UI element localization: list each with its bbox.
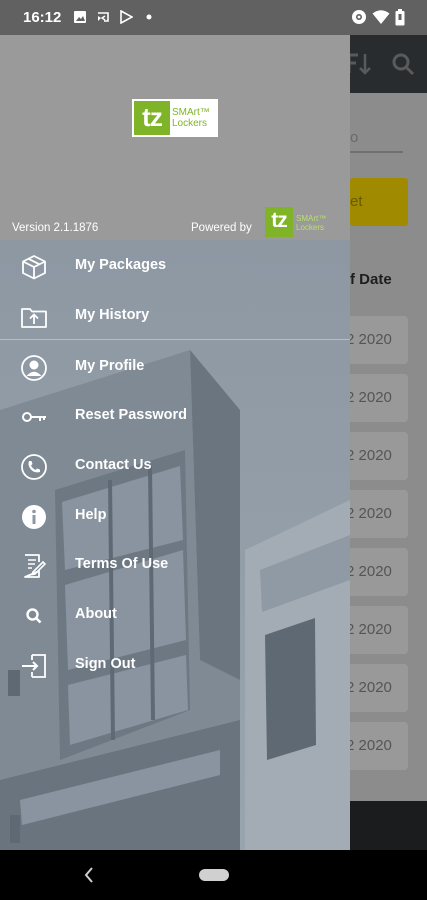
background-action-label: et: [350, 193, 363, 210]
sign-out-icon: [22, 654, 46, 678]
menu-label: Sign Out: [75, 656, 136, 672]
menu-label: My History: [75, 307, 150, 323]
info-icon: [22, 505, 46, 529]
folder-upload-icon: [21, 308, 47, 328]
powered-by-label: Powered by: [191, 222, 252, 234]
phone-icon: [21, 454, 47, 480]
small-logo-text: SMArt™ Lockers: [296, 214, 326, 232]
menu-item-sign-out[interactable]: Sign Out: [0, 641, 350, 689]
navigation-drawer: tz SMArt™ Lockers Version 2.1.1876 Power…: [0, 35, 350, 850]
cast-icon: [98, 12, 109, 22]
background-search-text: o: [350, 129, 359, 146]
menu-label: About: [75, 606, 117, 622]
list-item-date: 2 2020: [346, 447, 392, 464]
small-logo-line2: Lockers: [296, 223, 325, 232]
system-nav-bar: [0, 850, 427, 900]
logo-line2: Lockers: [172, 118, 208, 129]
powered-by-logo: tz SMArt™ Lockers: [265, 207, 335, 237]
status-bar: 16:12: [0, 0, 427, 35]
logo-line1: SMArt™: [172, 107, 210, 118]
small-logo-line1: SMArt™: [296, 214, 327, 223]
document-edit-icon: [24, 554, 47, 578]
drawer-header: tz SMArt™ Lockers Version 2.1.1876 Power…: [0, 35, 350, 240]
list-item-date: 2 2020: [346, 621, 392, 638]
list-item[interactable]: 2 2020: [340, 432, 408, 480]
list-item[interactable]: 2 2020: [340, 490, 408, 538]
list-item[interactable]: 2 2020: [340, 316, 408, 364]
dot-icon: [146, 14, 152, 20]
play-store-icon: [120, 10, 133, 24]
menu-item-about[interactable]: About: [0, 591, 350, 639]
list-item[interactable]: 2 2020: [340, 374, 408, 422]
menu-label: Contact Us: [75, 457, 152, 473]
background-search-underline: [350, 151, 403, 153]
app-version: Version 2.1.1876: [12, 222, 99, 234]
menu-item-contact-us[interactable]: Contact Us: [0, 442, 350, 490]
menu-item-reset-password[interactable]: Reset Password: [0, 392, 350, 440]
list-item-date: 2 2020: [346, 331, 392, 348]
list-item[interactable]: 2 2020: [340, 664, 408, 712]
back-icon[interactable]: [82, 865, 96, 885]
app-logo: tz SMArt™ Lockers: [132, 99, 218, 137]
list-item[interactable]: 2 2020: [340, 722, 408, 770]
logo-text: SMArt™ Lockers: [172, 107, 210, 129]
menu-item-my-profile[interactable]: My Profile: [0, 343, 350, 391]
list-item[interactable]: 2 2020: [340, 548, 408, 596]
background-column-header: ff Date: [345, 271, 392, 288]
background-action-button[interactable]: et: [350, 178, 408, 226]
search-icon: [26, 608, 42, 624]
vpn-icon: [352, 10, 366, 24]
logo-mark: tz: [134, 101, 170, 135]
battery-icon: [395, 9, 405, 26]
package-icon: [22, 255, 46, 280]
menu-label: Reset Password: [75, 407, 188, 423]
list-item[interactable]: 2 2020: [340, 606, 408, 654]
menu-label: My Profile: [75, 358, 145, 374]
image-icon: [74, 11, 86, 23]
wifi-icon: [372, 10, 390, 24]
status-time: 16:12: [23, 9, 62, 26]
search-icon[interactable]: [390, 51, 416, 77]
menu-item-terms-of-use[interactable]: Terms Of Use: [0, 541, 350, 589]
menu-label: Help: [75, 507, 107, 523]
profile-icon: [21, 355, 47, 381]
list-item-date: 2 2020: [346, 563, 392, 580]
menu-item-help[interactable]: Help: [0, 492, 350, 540]
list-item-date: 2 2020: [346, 389, 392, 406]
menu-label: My Packages: [75, 257, 167, 273]
list-item-date: 2 2020: [346, 505, 392, 522]
small-logo-mark: tz: [265, 207, 293, 237]
key-icon: [22, 412, 46, 422]
menu-label: Terms Of Use: [75, 556, 169, 572]
menu-item-my-history[interactable]: My History: [0, 292, 350, 340]
list-item-date: 2 2020: [346, 679, 392, 696]
home-pill[interactable]: [199, 869, 229, 881]
menu-divider: [0, 339, 350, 340]
list-item-date: 2 2020: [346, 737, 392, 754]
menu-item-my-packages[interactable]: My Packages: [0, 242, 350, 290]
